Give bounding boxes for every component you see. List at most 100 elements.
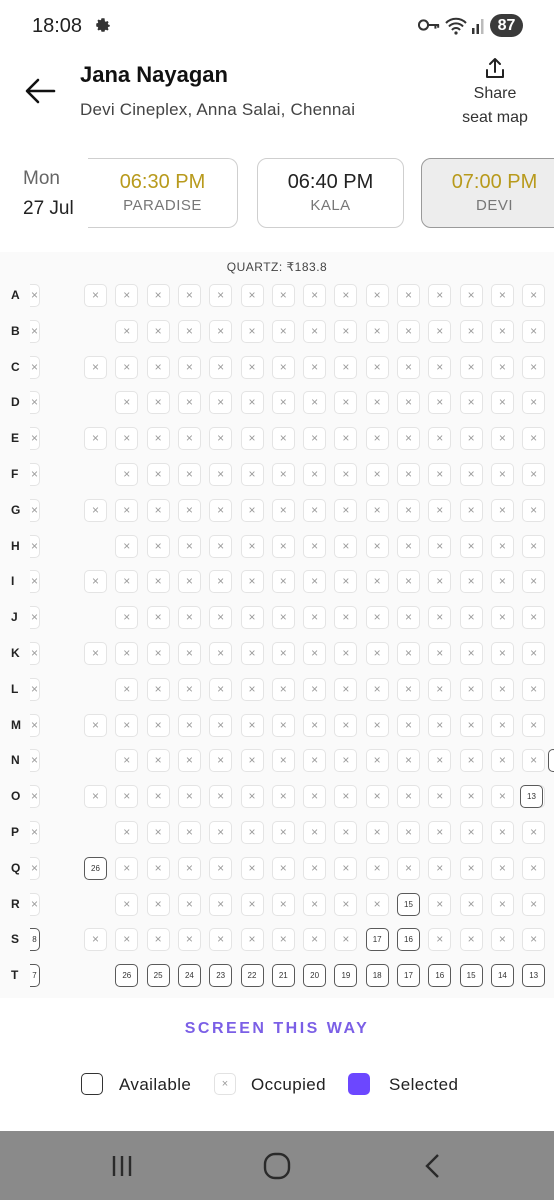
seat-available[interactable]: 14 — [490, 964, 514, 988]
seat-available[interactable]: 19 — [334, 964, 358, 988]
seat-occupied: × — [334, 534, 358, 558]
legend-available: Available — [119, 1075, 192, 1094]
seat-available[interactable]: 16 — [397, 928, 420, 952]
seat-occupied: × — [303, 642, 327, 665]
showtime-card-kala[interactable]: 06:40 PM KALA — [257, 158, 404, 228]
seat-available[interactable]: 15 — [459, 964, 483, 988]
seat-occupied: × — [365, 856, 389, 880]
seat-occupied: × — [115, 284, 139, 307]
seat-occupied: × — [334, 463, 358, 486]
seat-occupied: × — [84, 284, 107, 307]
seat-occupied: × — [177, 463, 201, 486]
seat-row-n: N×××××××××××××××× — [0, 744, 554, 780]
header: Jana Nayagan Devi Cineplex, Anna Salai, … — [0, 52, 554, 152]
seat-available[interactable]: 24 — [177, 964, 201, 988]
seat-occupied: × — [146, 821, 170, 844]
seat-occupied: × — [177, 677, 201, 701]
seat-occupied: × — [209, 319, 233, 343]
seat-available[interactable]: 26 — [84, 856, 107, 880]
seat-occupied: × — [30, 749, 40, 773]
home-icon[interactable] — [260, 1149, 294, 1183]
seat-occupied: × — [428, 785, 452, 809]
seat-occupied: × — [428, 284, 452, 307]
back-arrow-icon[interactable] — [22, 76, 58, 106]
seat-row-r: R××××××××××15××××× — [0, 888, 554, 924]
seat-row-h: H×××××××××××××××× — [0, 530, 554, 566]
back-icon[interactable] — [416, 1149, 450, 1183]
seat-occupied: × — [209, 355, 233, 379]
seat-occupied: × — [30, 785, 40, 809]
seat-occupied: × — [428, 892, 452, 916]
seat-occupied: × — [459, 928, 483, 952]
seat-occupied: × — [30, 642, 40, 665]
seat-available[interactable] — [548, 749, 554, 773]
seat-occupied: × — [115, 928, 139, 952]
seat-occupied: × — [209, 785, 233, 809]
seat-occupied: × — [30, 677, 40, 701]
system-nav-bar — [0, 1131, 554, 1200]
seat-occupied: × — [146, 606, 170, 630]
showtime-card-paradise[interactable]: 06:30 PM PARADISE — [88, 158, 238, 228]
seat-available[interactable]: 13 — [522, 964, 546, 988]
showtime-card-devi[interactable]: 07:00 PM DEVI — [421, 158, 554, 228]
seat-occupied: × — [30, 856, 40, 880]
seat-occupied: × — [240, 677, 264, 701]
seat-available[interactable]: 15 — [397, 892, 420, 916]
seat-occupied: × — [334, 642, 358, 665]
seat-occupied: × — [177, 427, 201, 451]
seat-occupied: × — [271, 570, 295, 594]
seat-available[interactable]: 23 — [209, 964, 233, 988]
seat-occupied: × — [146, 749, 170, 773]
seat-occupied: × — [240, 821, 264, 844]
seat-occupied: × — [428, 677, 452, 701]
seat-available[interactable]: 22 — [240, 964, 264, 988]
seat-occupied: × — [490, 284, 514, 307]
seat-occupied: × — [146, 785, 170, 809]
seat-available[interactable]: 16 — [428, 964, 452, 988]
seat-occupied: × — [209, 570, 233, 594]
seat-occupied: × — [30, 606, 40, 630]
seat-map[interactable]: QUARTZ: ₹183.8 A × × × × × × × × × × × × × × × × × B × × × × × ×… — [0, 252, 554, 998]
category-label: QUARTZ: ₹183.8 — [226, 260, 328, 274]
seat-occupied: × — [240, 427, 264, 451]
seat-available[interactable]: 25 — [146, 964, 170, 988]
recent-apps-icon[interactable] — [105, 1149, 139, 1183]
seat-available[interactable]: 13 — [520, 785, 543, 809]
seat-occupied: × — [303, 534, 327, 558]
seat-occupied: × — [365, 642, 389, 665]
seat-occupied: × — [240, 498, 264, 522]
seat-occupied: × — [271, 391, 295, 415]
seat-available[interactable]: 26 — [115, 964, 139, 988]
seat-occupied: × — [428, 355, 452, 379]
seat-occupied: × — [459, 713, 483, 737]
seat-occupied: × — [334, 391, 358, 415]
seat-occupied: × — [428, 391, 452, 415]
seat-available[interactable]: 18 — [365, 964, 389, 988]
selected-swatch — [348, 1073, 370, 1095]
seat-row-p: P×××××××××××××××× — [0, 816, 554, 852]
seat-available[interactable]: 17 — [365, 928, 389, 952]
seat-occupied: × — [240, 606, 264, 630]
seat-available[interactable]: 21 — [271, 964, 295, 988]
seat-occupied: × — [115, 498, 139, 522]
seat-row-o: O×××××××××××××××××13 — [0, 780, 554, 816]
share-seat-map-button[interactable]: Share seat map — [450, 56, 540, 126]
seat-occupied: × — [459, 892, 483, 916]
seat-occupied: × — [490, 749, 514, 773]
seat-occupied: × — [177, 284, 201, 307]
seat-occupied: × — [334, 284, 358, 307]
seat-available[interactable]: 8 — [30, 928, 40, 952]
seat-available[interactable]: 20 — [303, 964, 327, 988]
seat-available[interactable]: 7 — [30, 964, 40, 988]
seat-occupied: × — [30, 713, 40, 737]
seat-occupied: × — [397, 821, 420, 844]
seat-occupied: × — [115, 856, 139, 880]
seat-occupied: × — [334, 427, 358, 451]
seat-occupied: × — [490, 427, 514, 451]
seat-occupied: × — [240, 319, 264, 343]
seat-occupied: × — [522, 713, 546, 737]
row-label: T — [11, 968, 19, 983]
seat-occupied: × — [303, 856, 327, 880]
seat-occupied: × — [115, 427, 139, 451]
seat-available[interactable]: 17 — [397, 964, 420, 988]
